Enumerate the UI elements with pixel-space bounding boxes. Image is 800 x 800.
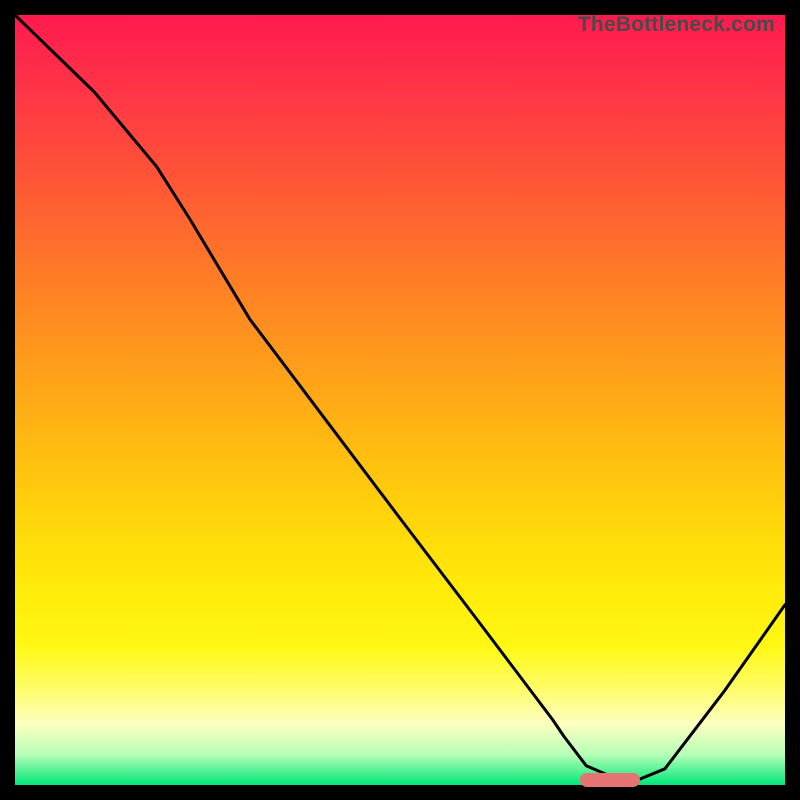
chart-container: TheBottleneck.com [0,0,800,800]
sweet-spot-marker [580,773,640,787]
bottleneck-curve [15,15,785,785]
plot-area: TheBottleneck.com [15,15,785,785]
